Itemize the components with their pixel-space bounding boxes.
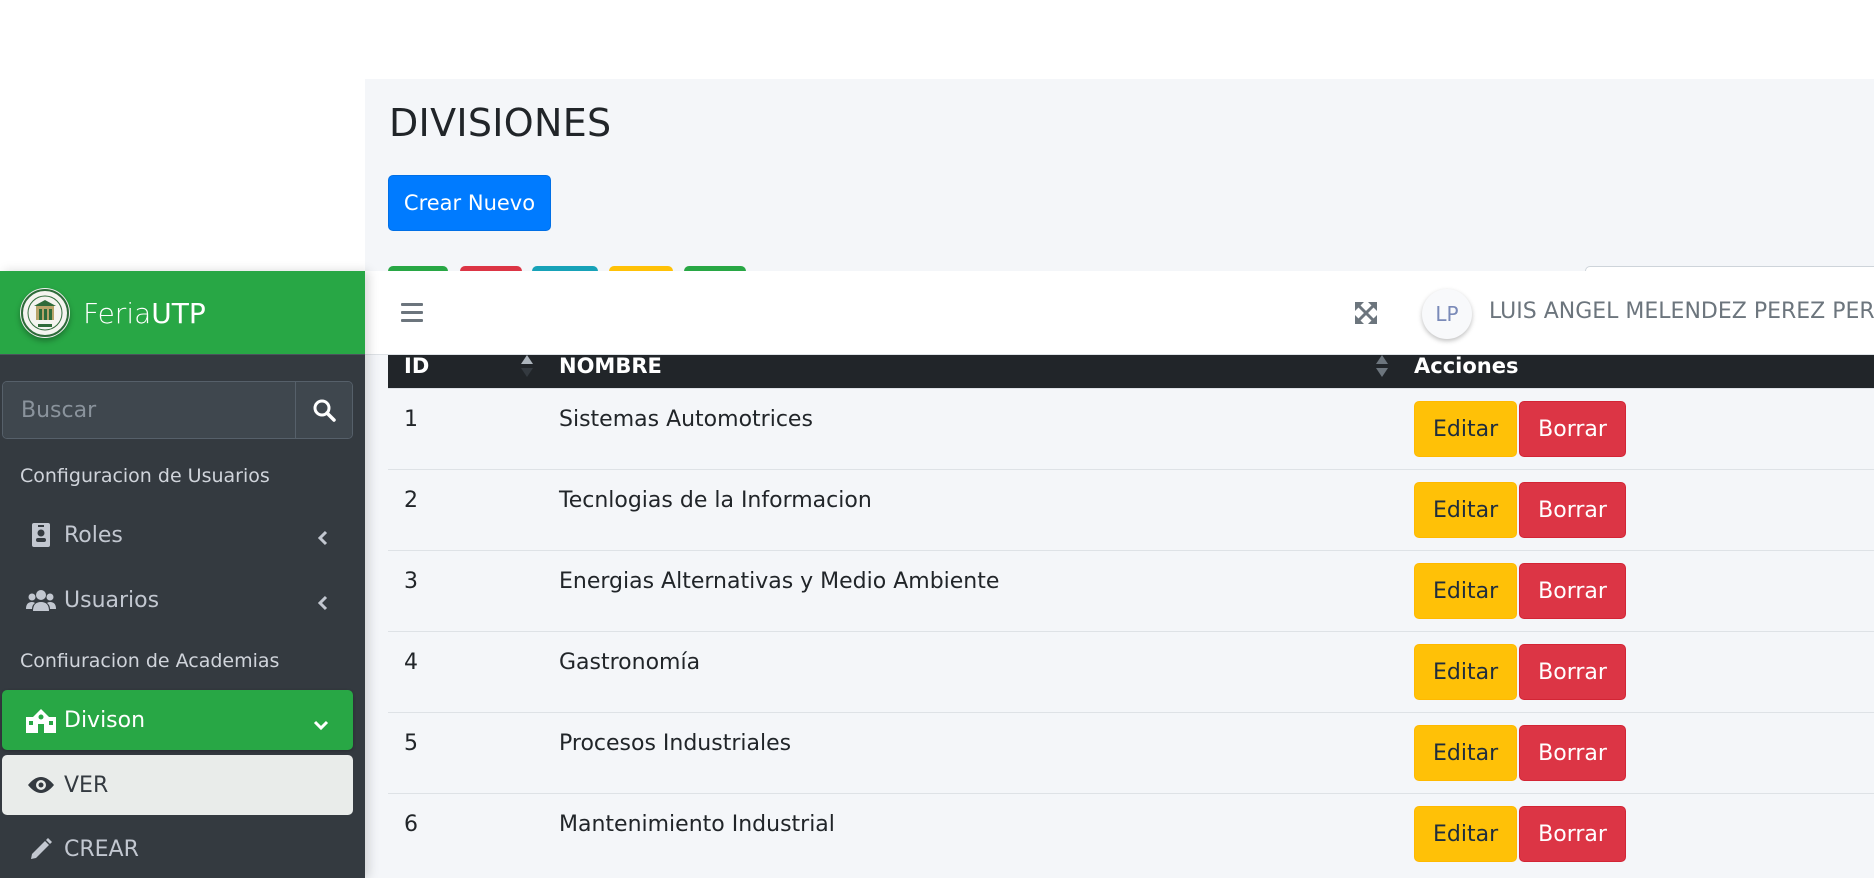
- column-header-label: ID: [404, 353, 430, 378]
- table-row: 6 Mantenimiento Industrial Editar Borrar: [388, 792, 1874, 874]
- edit-button[interactable]: Editar: [1414, 481, 1518, 538]
- delete-button[interactable]: Borrar: [1519, 400, 1626, 457]
- hamburger-menu-icon[interactable]: [401, 303, 423, 323]
- delete-button[interactable]: Borrar: [1519, 481, 1626, 538]
- brand-name: FeriaUTP: [83, 297, 206, 330]
- column-header-label: Acciones: [1414, 353, 1519, 378]
- eye-icon: [26, 772, 56, 798]
- utp-logo-icon: [20, 288, 70, 338]
- cell-nombre: Mantenimiento Industrial: [543, 792, 1398, 874]
- sort-icon: [521, 355, 533, 377]
- edit-button[interactable]: Editar: [1414, 562, 1518, 619]
- sidebar-item-crear[interactable]: CREAR: [2, 819, 353, 878]
- sidebar-item-label: Roles: [64, 522, 123, 548]
- cell-nombre: Gastronomía: [543, 630, 1398, 712]
- sidebar-item-usuarios[interactable]: Usuarios: [2, 570, 353, 630]
- table-row: 4 Gastronomía Editar Borrar: [388, 630, 1874, 712]
- cell-id: 3: [388, 549, 543, 631]
- cell-id: 6: [388, 792, 543, 874]
- delete-button[interactable]: Borrar: [1519, 805, 1626, 862]
- cell-actions: Editar Borrar: [1398, 387, 1874, 469]
- pencil-icon: [26, 836, 56, 862]
- cell-actions: Editar Borrar: [1398, 792, 1874, 874]
- school-icon: [26, 707, 56, 733]
- nav-header-academias: Confiuracion de Academias: [20, 650, 280, 672]
- table-row: 5 Procesos Industriales Editar Borrar: [388, 711, 1874, 793]
- cell-actions: Editar Borrar: [1398, 549, 1874, 631]
- page-title: DIVISIONES: [389, 101, 612, 145]
- delete-button[interactable]: Borrar: [1519, 724, 1626, 781]
- brand-link[interactable]: FeriaUTP: [0, 271, 365, 355]
- chevron-left-icon: [317, 527, 329, 552]
- sort-icon: [1376, 355, 1388, 377]
- sidebar-item-divison[interactable]: Divison: [2, 690, 353, 750]
- sidebar-item-label: CREAR: [64, 836, 139, 862]
- sidebar-item-label: Usuarios: [64, 587, 160, 613]
- delete-button[interactable]: Borrar: [1519, 643, 1626, 700]
- sidebar: FeriaUTP Configuracion de Usuarios Roles…: [0, 271, 365, 878]
- sidebar-item-roles[interactable]: Roles: [2, 505, 353, 565]
- id-badge-icon: [26, 522, 56, 548]
- nav-header-usuarios: Configuracion de Usuarios: [20, 465, 270, 487]
- sidebar-item-label: Divison: [64, 707, 146, 733]
- cell-actions: Editar Borrar: [1398, 711, 1874, 793]
- table-row: 2 Tecnlogias de la Informacion Editar Bor…: [388, 468, 1874, 550]
- delete-button[interactable]: Borrar: [1519, 562, 1626, 619]
- sidebar-search: [2, 381, 353, 439]
- table-row: 3 Energias Alternativas y Medio Ambiente…: [388, 549, 1874, 631]
- users-icon: [26, 587, 56, 613]
- table-row: 1 Sistemas Automotrices Editar Borrar: [388, 387, 1874, 469]
- sidebar-search-input[interactable]: [3, 382, 295, 438]
- edit-button[interactable]: Editar: [1414, 643, 1518, 700]
- brand-name-bold: UTP: [151, 297, 206, 330]
- edit-button[interactable]: Editar: [1414, 400, 1518, 457]
- cell-nombre: Procesos Industriales: [543, 711, 1398, 793]
- cell-nombre: Sistemas Automotrices: [543, 387, 1398, 469]
- cell-actions: Editar Borrar: [1398, 630, 1874, 712]
- cell-nombre: Tecnlogias de la Informacion: [543, 468, 1398, 550]
- user-avatar[interactable]: LP: [1422, 289, 1472, 339]
- cell-id: 2: [388, 468, 543, 550]
- cell-actions: Editar Borrar: [1398, 468, 1874, 550]
- cell-id: 5: [388, 711, 543, 793]
- brand-name-light: Feria: [83, 297, 152, 330]
- chevron-down-icon: [313, 712, 329, 737]
- cell-id: 4: [388, 630, 543, 712]
- sidebar-item-ver[interactable]: VER: [2, 755, 353, 815]
- divisions-table: ID NOMBRE Acciones 1 Sistemas Automotric…: [388, 344, 1874, 874]
- column-header-label: NOMBRE: [559, 353, 662, 378]
- content-wrapper: DIVISIONES Crear Nuevo ID NOMBRE Accione…: [365, 79, 1874, 878]
- edit-button[interactable]: Editar: [1414, 724, 1518, 781]
- search-icon: [313, 399, 336, 422]
- cell-nombre: Energias Alternativas y Medio Ambiente: [543, 549, 1398, 631]
- create-new-button[interactable]: Crear Nuevo: [388, 175, 551, 231]
- top-navbar: LP LUIS ANGEL MELENDEZ PEREZ PEREZ: [365, 271, 1874, 355]
- fullscreen-expand-icon[interactable]: [1353, 300, 1379, 326]
- edit-button[interactable]: Editar: [1414, 805, 1518, 862]
- cell-id: 1: [388, 387, 543, 469]
- user-name[interactable]: LUIS ANGEL MELENDEZ PEREZ PEREZ: [1489, 299, 1874, 324]
- sidebar-item-label: VER: [64, 772, 109, 798]
- chevron-left-icon: [317, 592, 329, 617]
- search-button[interactable]: [295, 382, 352, 438]
